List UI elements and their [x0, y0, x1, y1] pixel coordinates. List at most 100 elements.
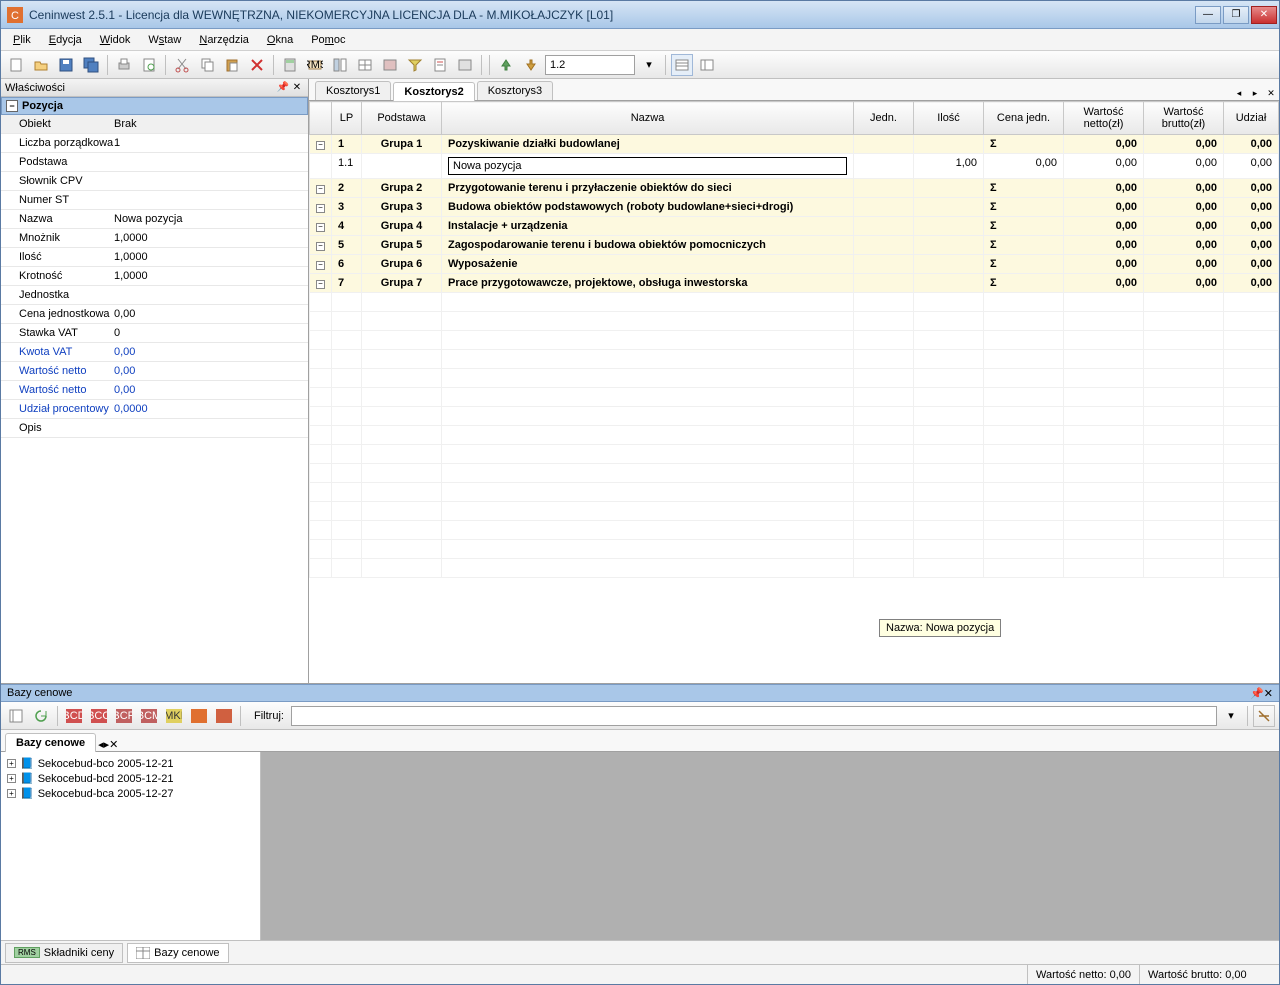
expand-icon[interactable]: −	[316, 204, 325, 213]
open-button[interactable]	[30, 54, 52, 76]
menu-widok[interactable]: Widok	[92, 31, 139, 49]
close-button[interactable]: ✕	[1251, 6, 1277, 24]
table1-button[interactable]	[354, 54, 376, 76]
settings-button[interactable]	[454, 54, 476, 76]
menu-narzedzia[interactable]: Narzędzia	[191, 31, 257, 49]
estimate-grid[interactable]: LPPodstawaNazwaJedn.IlośćCena jedn.Warto…	[309, 101, 1279, 683]
properties-section-header[interactable]: − Pozycja	[1, 97, 308, 115]
column-header[interactable]: LP	[332, 102, 362, 135]
column-header[interactable]: Ilość	[914, 102, 984, 135]
expand-icon[interactable]: −	[316, 261, 325, 270]
new-doc-button[interactable]	[5, 54, 27, 76]
column-header[interactable]: Cena jedn.	[984, 102, 1064, 135]
tab-close-icon[interactable]: ✕	[1264, 86, 1278, 100]
column-header[interactable]: Nazwa	[442, 102, 854, 135]
tree-expand-icon[interactable]: +	[7, 759, 16, 768]
expand-icon[interactable]: −	[316, 280, 325, 289]
tab-bazy-cenowe[interactable]: Bazy cenowe	[5, 733, 96, 752]
move-down-button[interactable]	[520, 54, 542, 76]
tree-expand-icon[interactable]: +	[7, 774, 16, 783]
db-ext2-button[interactable]	[213, 705, 235, 727]
property-row[interactable]: Stawka VAT0	[1, 324, 308, 343]
move-up-button[interactable]	[495, 54, 517, 76]
db-bcm-button[interactable]: BCM	[138, 705, 160, 727]
group-row[interactable]: −7Grupa 7Prace przygotowawcze, projektow…	[310, 274, 1279, 293]
group-row[interactable]: −5Grupa 5Zagospodarowanie terenu i budow…	[310, 236, 1279, 255]
filter-button[interactable]	[404, 54, 426, 76]
footer-tab-rms[interactable]: RMS Składniki ceny	[5, 943, 123, 963]
menu-wstaw[interactable]: Wstaw	[140, 31, 189, 49]
menu-pomoc[interactable]: Pomoc	[303, 31, 353, 49]
report-button[interactable]	[429, 54, 451, 76]
menu-okna[interactable]: Okna	[259, 31, 301, 49]
db-ext1-button[interactable]	[188, 705, 210, 727]
db-bcr-button[interactable]: BCR	[113, 705, 135, 727]
bottom-close-icon[interactable]: ✕	[1264, 687, 1273, 700]
property-value[interactable]: Brak	[114, 118, 304, 130]
expand-icon[interactable]: −	[316, 185, 325, 194]
property-row[interactable]: Udział procentowy0,0000	[1, 400, 308, 419]
tree-item[interactable]: +📘Sekocebud-bca 2005-12-27	[5, 786, 256, 801]
db-tree-button[interactable]	[5, 705, 27, 727]
tree-item[interactable]: +📘Sekocebud-bcd 2005-12-21	[5, 771, 256, 786]
property-row[interactable]: Opis	[1, 419, 308, 438]
property-row[interactable]: Podstawa	[1, 153, 308, 172]
bottom-pin-icon[interactable]: 📌	[1250, 687, 1264, 700]
view-detail-button[interactable]	[671, 54, 693, 76]
tab-next-icon[interactable]: ▸	[1248, 86, 1262, 100]
copy-button[interactable]	[196, 54, 218, 76]
collapse-icon[interactable]: −	[6, 100, 18, 112]
tab-kosztorys1[interactable]: Kosztorys1	[315, 81, 391, 100]
db-bco-button[interactable]: BCO	[88, 705, 110, 727]
column-header[interactable]: Jedn.	[854, 102, 914, 135]
column-header[interactable]: Udział	[1224, 102, 1279, 135]
menu-plik[interactable]: Plik	[5, 31, 39, 49]
db-bcd-button[interactable]: BCD	[63, 705, 85, 727]
property-value[interactable]: 0,00	[114, 384, 304, 396]
menu-edycja[interactable]: Edycja	[41, 31, 90, 49]
db-refresh-button[interactable]	[30, 705, 52, 727]
panel-close-icon[interactable]: ✕	[290, 81, 304, 95]
column-header[interactable]	[310, 102, 332, 135]
props-button[interactable]	[329, 54, 351, 76]
cut-button[interactable]	[171, 54, 193, 76]
paste-button[interactable]	[221, 54, 243, 76]
calc-button[interactable]	[279, 54, 301, 76]
maximize-button[interactable]: ❐	[1223, 6, 1249, 24]
pin-icon[interactable]: 📌	[276, 81, 290, 95]
property-row[interactable]: Słownik CPV	[1, 172, 308, 191]
property-row[interactable]: Liczba porządkowa1	[1, 134, 308, 153]
property-row[interactable]: Numer ST	[1, 191, 308, 210]
tab-kosztorys3[interactable]: Kosztorys3	[477, 81, 553, 100]
filter-dropdown-button[interactable]: ▾	[1220, 705, 1242, 727]
db-mki-button[interactable]: MKI	[163, 705, 185, 727]
expand-icon[interactable]: −	[316, 242, 325, 251]
rms-button[interactable]: RMS	[304, 54, 326, 76]
property-row[interactable]: NazwaNowa pozycja	[1, 210, 308, 229]
property-row[interactable]: Krotność1,0000	[1, 267, 308, 286]
minimize-button[interactable]: —	[1195, 6, 1221, 24]
tree-expand-icon[interactable]: +	[7, 789, 16, 798]
tab-prev-icon[interactable]: ◂	[1232, 86, 1246, 100]
property-value[interactable]: 1,0000	[114, 270, 304, 282]
position-input[interactable]	[545, 55, 635, 75]
property-row[interactable]: Kwota VAT0,00	[1, 343, 308, 362]
group-row[interactable]: −2Grupa 2Przygotowanie terenu i przyłacz…	[310, 179, 1279, 198]
property-value[interactable]: 0,00	[114, 346, 304, 358]
property-value[interactable]: 0	[114, 327, 304, 339]
property-value[interactable]: 0,00	[114, 365, 304, 377]
property-row[interactable]: Cena jednostkowa0,00	[1, 305, 308, 324]
bottom-tab-close-icon[interactable]: ✕	[109, 738, 118, 751]
nazwa-edit-input[interactable]	[448, 157, 847, 175]
property-row[interactable]: Wartość netto0,00	[1, 381, 308, 400]
property-row[interactable]: ObiektBrak	[1, 115, 308, 134]
view-list-button[interactable]	[696, 54, 718, 76]
expand-icon[interactable]: −	[316, 141, 325, 150]
dropdown-button[interactable]: ▾	[638, 54, 660, 76]
database-tree[interactable]: +📘Sekocebud-bco 2005-12-21+📘Sekocebud-bc…	[1, 752, 261, 940]
filter-input[interactable]	[291, 706, 1217, 726]
property-row[interactable]: Wartość netto0,00	[1, 362, 308, 381]
property-value[interactable]: 0,00	[114, 308, 304, 320]
property-row[interactable]: Jednostka	[1, 286, 308, 305]
expand-icon[interactable]: −	[316, 223, 325, 232]
